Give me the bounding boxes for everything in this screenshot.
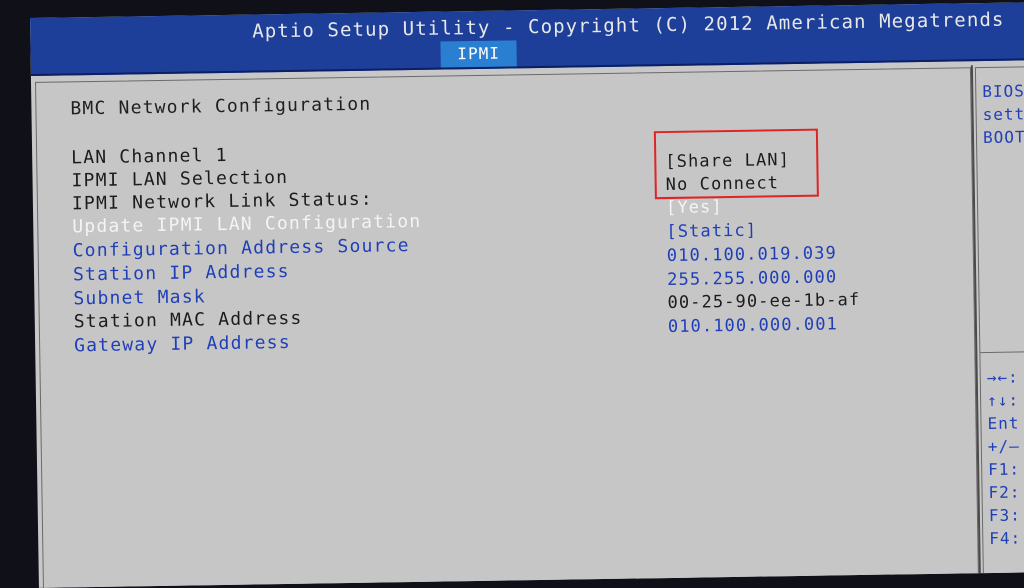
- station-mac-address-label: Station MAC Address: [73, 307, 303, 333]
- key-plus-minus: +/–: [987, 436, 1020, 457]
- key-f2: F2:: [988, 482, 1021, 503]
- top-bar: Aptio Setup Utility - Copyright (C) 2012…: [30, 2, 1024, 76]
- config-address-source-value[interactable]: [Static]: [666, 221, 757, 242]
- update-ipmi-lan-config-value[interactable]: [Yes]: [666, 197, 723, 218]
- utility-title: Aptio Setup Utility - Copyright (C) 2012…: [252, 8, 1005, 43]
- subnet-mask-item[interactable]: Subnet Mask: [73, 286, 206, 309]
- station-mac-address-value: 00-25-90-ee-1b-af: [667, 289, 861, 314]
- tab-ipmi[interactable]: IPMI: [440, 40, 517, 68]
- key-up-down: ↑↓:: [986, 390, 1020, 411]
- ipmi-lan-selection-label: IPMI LAN Selection: [71, 166, 289, 192]
- page-title: BMC Network Configuration: [70, 93, 372, 120]
- update-ipmi-lan-config-item[interactable]: Update IPMI LAN Configuration: [72, 211, 421, 237]
- config-address-source-item[interactable]: Configuration Address Source: [72, 235, 409, 261]
- help-line-1: BIOS: [982, 81, 1024, 102]
- key-f1: F1:: [988, 459, 1021, 480]
- key-enter: Ent: [987, 413, 1020, 434]
- help-line-2: sett: [982, 104, 1024, 125]
- help-divider: [980, 351, 1024, 354]
- main-panel: BMC Network Configuration LAN Channel 1 …: [35, 67, 979, 588]
- subnet-mask-value[interactable]: 255.255.000.000: [667, 267, 837, 290]
- gateway-ip-address-item[interactable]: Gateway IP Address: [74, 332, 291, 356]
- station-ip-address-value[interactable]: 010.100.019.039: [667, 243, 837, 266]
- gateway-ip-address-value[interactable]: 010.100.000.001: [668, 314, 838, 337]
- bios-screen: Aptio Setup Utility - Copyright (C) 2012…: [30, 2, 1024, 588]
- station-ip-address-item[interactable]: Station IP Address: [73, 261, 290, 285]
- lan-channel-label: LAN Channel 1: [71, 144, 228, 169]
- help-panel: BIOS sett BOOT →←: ↑↓: Ent +/– F1: F2: F…: [974, 66, 1024, 580]
- red-highlight-box: [653, 128, 819, 200]
- network-link-status-label: IPMI Network Link Status:: [71, 188, 373, 215]
- key-left-right: →←:: [986, 367, 1019, 388]
- key-f3: F3:: [988, 505, 1021, 525]
- help-line-3: BOOT: [982, 127, 1024, 148]
- key-f4: F4:: [989, 528, 1022, 548]
